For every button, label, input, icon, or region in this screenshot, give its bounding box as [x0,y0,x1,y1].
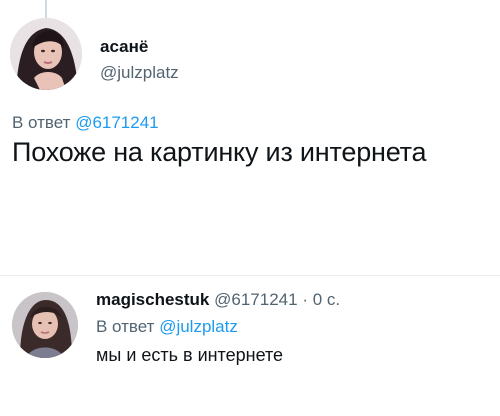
reply-tweet-text: мы и есть в интернете [96,345,284,365]
profile-photo-icon [10,18,82,90]
tweet-divider [0,275,500,276]
main-avatar[interactable] [10,18,82,90]
reply-display-name[interactable]: magischestuk [96,290,209,309]
profile-photo-icon [12,292,78,358]
reply-reply-mention[interactable]: @julzplatz [159,317,238,336]
main-tweet-text: Похоже на картинку из интернета [12,137,427,167]
main-reply-mention[interactable]: @6171241 [75,113,158,132]
main-display-name[interactable]: асанё [100,37,148,57]
main-reply-prefix: В ответ [12,113,71,132]
reply-timestamp[interactable]: 0 с. [313,290,340,309]
thread-connector-line [45,0,47,18]
reply-handle[interactable]: @6171241 [214,290,297,309]
reply-header: magischestuk @6171241 · 0 с. [96,290,340,310]
main-reply-context: В ответ @6171241 [12,113,159,133]
reply-reply-context: В ответ @julzplatz [96,317,238,337]
reply-reply-prefix: В ответ [96,317,155,336]
reply-avatar[interactable] [12,292,78,358]
reply-separator: · [302,290,308,309]
main-handle[interactable]: @julzplatz [100,63,179,83]
